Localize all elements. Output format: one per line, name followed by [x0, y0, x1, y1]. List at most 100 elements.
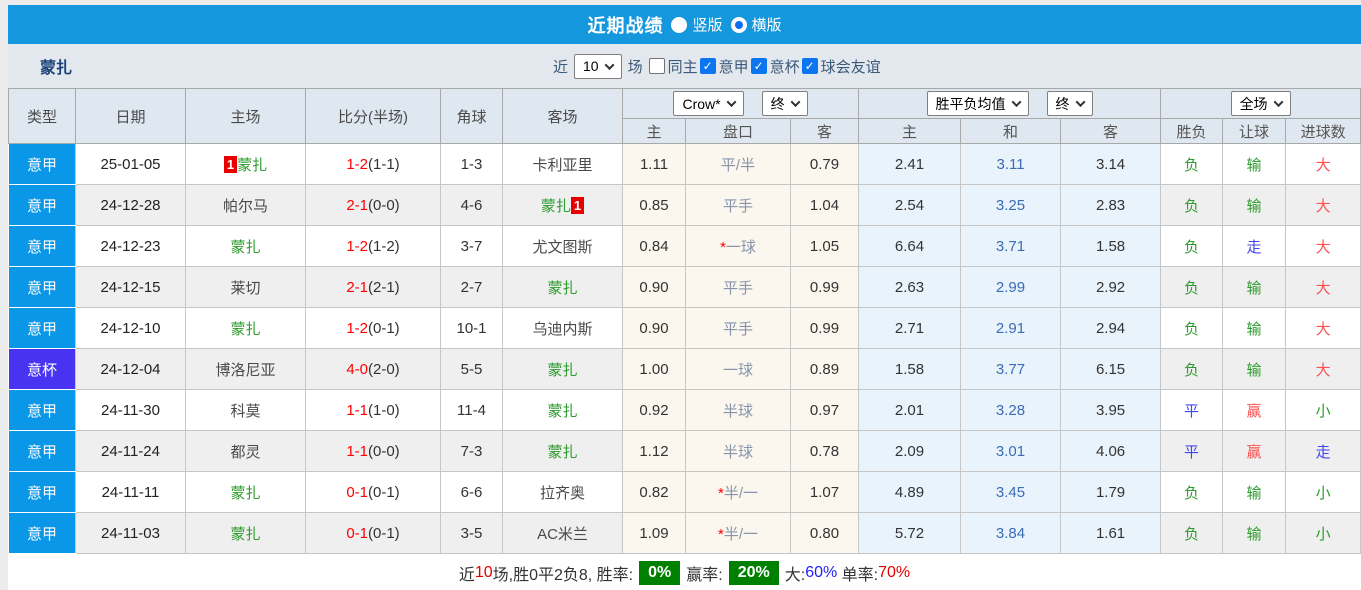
- score-cell: 1-2(1-2): [305, 225, 441, 267]
- handicap-result-cell: 输: [1222, 143, 1287, 185]
- filter-checkbox[interactable]: 球会友谊: [801, 56, 881, 77]
- average-value: 胜平负均值: [935, 95, 1006, 112]
- radio-button-icon[interactable]: [671, 16, 688, 33]
- away-team-name: 蒙扎: [547, 361, 578, 379]
- odds-home-cell: 0.84: [622, 225, 686, 267]
- average-final-select[interactable]: 终: [1046, 91, 1093, 116]
- handicap-value: 平手: [722, 197, 753, 215]
- radio-horizontal-label[interactable]: 横版: [752, 14, 782, 35]
- goals-cell: 大: [1285, 266, 1361, 308]
- avg-draw-cell: 3.45: [960, 471, 1062, 513]
- summary-text: 场,胜0平2负8, 胜率:: [492, 566, 634, 584]
- odds-home-cell: 0.92: [622, 389, 686, 431]
- filter-checkbox[interactable]: 意杯: [750, 56, 800, 77]
- checkbox-label[interactable]: 意甲: [719, 56, 749, 77]
- sub-header-odds-home: 主: [622, 118, 686, 144]
- checkbox-icon[interactable]: [699, 58, 716, 74]
- table-row: 意甲 24-12-23 蒙扎 1-2(1-2) 3-7 尤文图斯 0.84 *一…: [8, 225, 1361, 267]
- sub-header-goals: 进球数: [1285, 118, 1361, 144]
- col-header-home: 主场: [185, 88, 306, 144]
- score-cell: 1-2(1-1): [305, 143, 441, 185]
- date-cell: 24-12-10: [75, 307, 186, 349]
- rate-badge: 20%: [728, 560, 779, 585]
- bookmaker-final-select[interactable]: 终: [761, 91, 808, 116]
- chevron-down-icon: [1075, 97, 1085, 108]
- avg-draw-cell: 2.99: [960, 266, 1062, 308]
- sub-header-handicap: 盘口: [685, 118, 791, 144]
- league-cell: 意甲: [8, 184, 76, 226]
- league-cell: 意甲: [8, 143, 76, 185]
- away-team-name: 蒙扎: [547, 402, 578, 420]
- away-team-name: 蒙扎: [547, 279, 578, 297]
- avg-home-cell: 2.71: [858, 307, 962, 349]
- checkbox-icon[interactable]: [801, 58, 818, 74]
- avg-away-cell: 1.58: [1060, 225, 1162, 267]
- handicap-result-cell: 输: [1222, 471, 1287, 513]
- away-team-name: 卡利亚里: [532, 156, 593, 174]
- score-cell: 2-1(0-0): [305, 184, 441, 226]
- handicap-value: 平/半: [720, 156, 756, 174]
- checkbox-label[interactable]: 同主: [668, 56, 698, 77]
- home-team-name: 蒙扎: [230, 320, 261, 338]
- checkbox-label[interactable]: 意杯: [770, 56, 800, 77]
- scope-select[interactable]: 全场: [1230, 91, 1291, 116]
- avg-draw-cell: 3.77: [960, 348, 1062, 390]
- average-select[interactable]: 胜平负均值: [926, 91, 1029, 116]
- bookmaker-select[interactable]: Crow*: [673, 91, 744, 116]
- home-team-cell: 科莫: [185, 389, 306, 431]
- match-count-select[interactable]: 10: [574, 53, 622, 79]
- checkbox-icon[interactable]: [750, 58, 767, 74]
- odds-away-cell: 0.99: [789, 307, 860, 349]
- avg-draw-cell: 3.01: [960, 430, 1062, 472]
- summary-text: 10: [474, 563, 493, 581]
- odds-home-cell: 0.82: [622, 471, 686, 513]
- radio-horizontal-layout[interactable]: 横版: [730, 14, 782, 35]
- avg-home-cell: 5.72: [858, 512, 962, 554]
- team-rank-badge: 1: [223, 155, 238, 173]
- average-time-value: 终: [1055, 95, 1070, 112]
- table-row: 意甲 24-11-11 蒙扎 0-1(0-1) 6-6 拉齐奥 0.82 *半/…: [8, 471, 1361, 513]
- table-row: 意甲 24-11-30 科莫 1-1(1-0) 11-4 蒙扎 0.92 半球 …: [8, 389, 1361, 431]
- result-cell: 负: [1160, 512, 1224, 554]
- away-team-name: 蒙扎: [540, 197, 571, 215]
- avg-away-cell: 2.92: [1060, 266, 1162, 308]
- league-filters: 同主意甲意杯球会友谊: [648, 56, 881, 77]
- handicap-value: 半/一: [723, 525, 758, 543]
- result-group-header: 全场: [1160, 88, 1361, 119]
- sub-header-avg-draw: 和: [960, 118, 1062, 144]
- radio-button-icon[interactable]: [730, 16, 747, 33]
- sub-header-wdl: 胜负: [1160, 118, 1224, 144]
- away-team-cell: 卡利亚里: [502, 143, 623, 185]
- handicap-result-cell: 走: [1222, 225, 1287, 267]
- odds-away-cell: 0.97: [789, 389, 860, 431]
- full-time-score: 4-0: [346, 360, 368, 378]
- league-cell: 意甲: [8, 430, 76, 472]
- half-time-score: (0-1): [368, 483, 400, 501]
- handicap-result-cell: 输: [1222, 512, 1287, 554]
- odds-away-cell: 0.80: [789, 512, 860, 554]
- radio-vertical-layout[interactable]: 竖版: [671, 14, 723, 35]
- handicap-result-cell: 输: [1222, 348, 1287, 390]
- checkbox-icon[interactable]: [648, 58, 665, 74]
- filter-checkbox[interactable]: 同主: [648, 56, 698, 77]
- goals-cell: 走: [1285, 430, 1361, 472]
- filter-checkbox[interactable]: 意甲: [699, 56, 749, 77]
- odds-away-cell: 0.99: [789, 266, 860, 308]
- team-rank-badge: 1: [570, 196, 585, 214]
- result-cell: 平: [1160, 430, 1224, 472]
- checkbox-label[interactable]: 球会友谊: [821, 56, 881, 77]
- radio-vertical-label[interactable]: 竖版: [692, 14, 722, 35]
- full-time-score: 2-1: [346, 196, 368, 214]
- score-cell: 4-0(2-0): [305, 348, 441, 390]
- col-header-date: 日期: [75, 88, 186, 144]
- home-team-cell: 莱切: [185, 266, 306, 308]
- chevron-down-icon: [726, 97, 737, 108]
- bookmaker-value: Crow*: [682, 95, 721, 112]
- away-team-cell: 蒙扎: [502, 266, 623, 308]
- league-cell: 意甲: [8, 307, 76, 349]
- corners-cell: 11-4: [440, 389, 503, 431]
- half-time-score: (2-0): [368, 360, 400, 378]
- match-count-value: 10: [583, 58, 599, 74]
- sub-header-handicap-result: 让球: [1222, 118, 1287, 144]
- home-team-cell: 蒙扎: [185, 225, 306, 267]
